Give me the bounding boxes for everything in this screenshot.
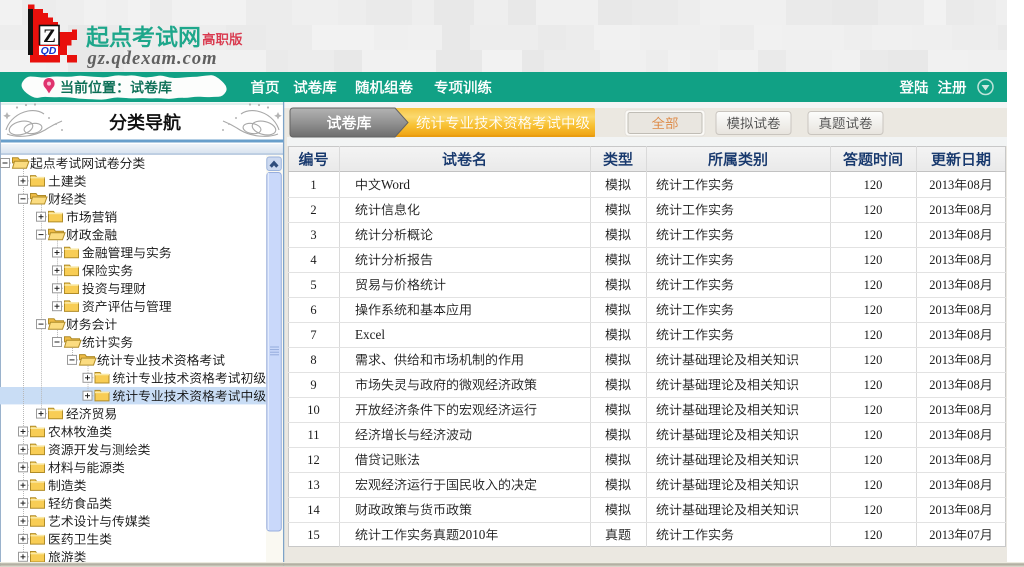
svg-text:14: 14 (307, 503, 320, 517)
svg-text:8: 8 (310, 353, 316, 367)
svg-text:2013: 2013 (929, 403, 954, 417)
svg-text:08: 08 (967, 303, 980, 317)
svg-text:08: 08 (967, 353, 980, 367)
svg-text:2013: 2013 (929, 253, 954, 267)
svg-text:Z: Z (43, 26, 56, 47)
svg-text:2010: 2010 (459, 527, 486, 542)
svg-text:QD: QD (41, 45, 57, 57)
svg-text:2013: 2013 (929, 353, 954, 367)
svg-text:08: 08 (967, 453, 980, 467)
svg-text:2013: 2013 (929, 203, 954, 217)
svg-text:7: 7 (310, 328, 316, 342)
svg-text:13: 13 (307, 478, 320, 492)
svg-text:11: 11 (307, 428, 319, 442)
svg-text:08: 08 (967, 378, 980, 392)
svg-text:gz.qdexam.com: gz.qdexam.com (87, 49, 217, 69)
svg-text:08: 08 (967, 203, 980, 217)
svg-text:2013: 2013 (929, 178, 954, 192)
svg-text:120: 120 (864, 353, 883, 367)
svg-text:120: 120 (864, 428, 883, 442)
svg-text:2013: 2013 (929, 328, 954, 342)
svg-text:12: 12 (307, 453, 320, 467)
svg-text:08: 08 (967, 403, 980, 417)
svg-text:5: 5 (310, 278, 316, 292)
svg-text:08: 08 (967, 253, 980, 267)
svg-text:120: 120 (864, 203, 883, 217)
svg-text:120: 120 (864, 478, 883, 492)
svg-text:4: 4 (310, 253, 317, 267)
svg-text:120: 120 (864, 303, 883, 317)
svg-text:2013: 2013 (929, 303, 954, 317)
svg-text:120: 120 (864, 528, 883, 542)
svg-text:9: 9 (310, 378, 316, 392)
svg-text:08: 08 (967, 503, 980, 517)
svg-text:120: 120 (864, 403, 883, 417)
svg-text:120: 120 (864, 253, 883, 267)
svg-text:Word: Word (381, 177, 410, 192)
svg-text:120: 120 (864, 278, 883, 292)
svg-text:120: 120 (864, 453, 883, 467)
svg-text:2013: 2013 (929, 228, 954, 242)
svg-text:08: 08 (967, 478, 980, 492)
svg-text:6: 6 (310, 303, 316, 317)
svg-text:120: 120 (864, 178, 883, 192)
svg-text:3: 3 (310, 228, 316, 242)
svg-text:08: 08 (967, 328, 980, 342)
svg-text:2013: 2013 (929, 478, 954, 492)
svg-text:08: 08 (967, 428, 980, 442)
svg-text:1: 1 (310, 178, 316, 192)
svg-text:2013: 2013 (929, 278, 954, 292)
svg-text:08: 08 (967, 278, 980, 292)
svg-text:08: 08 (967, 228, 980, 242)
svg-text:2013: 2013 (929, 453, 954, 467)
svg-text:120: 120 (864, 328, 883, 342)
svg-text:Excel: Excel (355, 327, 385, 342)
svg-text:10: 10 (307, 403, 320, 417)
svg-text:2013: 2013 (929, 503, 954, 517)
svg-text:120: 120 (864, 503, 883, 517)
svg-text:2: 2 (310, 203, 316, 217)
svg-text:08: 08 (967, 178, 980, 192)
svg-text:07: 07 (967, 528, 980, 542)
svg-text:2013: 2013 (929, 378, 954, 392)
svg-text:120: 120 (864, 228, 883, 242)
svg-text:120: 120 (864, 378, 883, 392)
svg-text:15: 15 (307, 528, 320, 542)
svg-text:2013: 2013 (929, 428, 954, 442)
svg-text:2013: 2013 (929, 528, 954, 542)
